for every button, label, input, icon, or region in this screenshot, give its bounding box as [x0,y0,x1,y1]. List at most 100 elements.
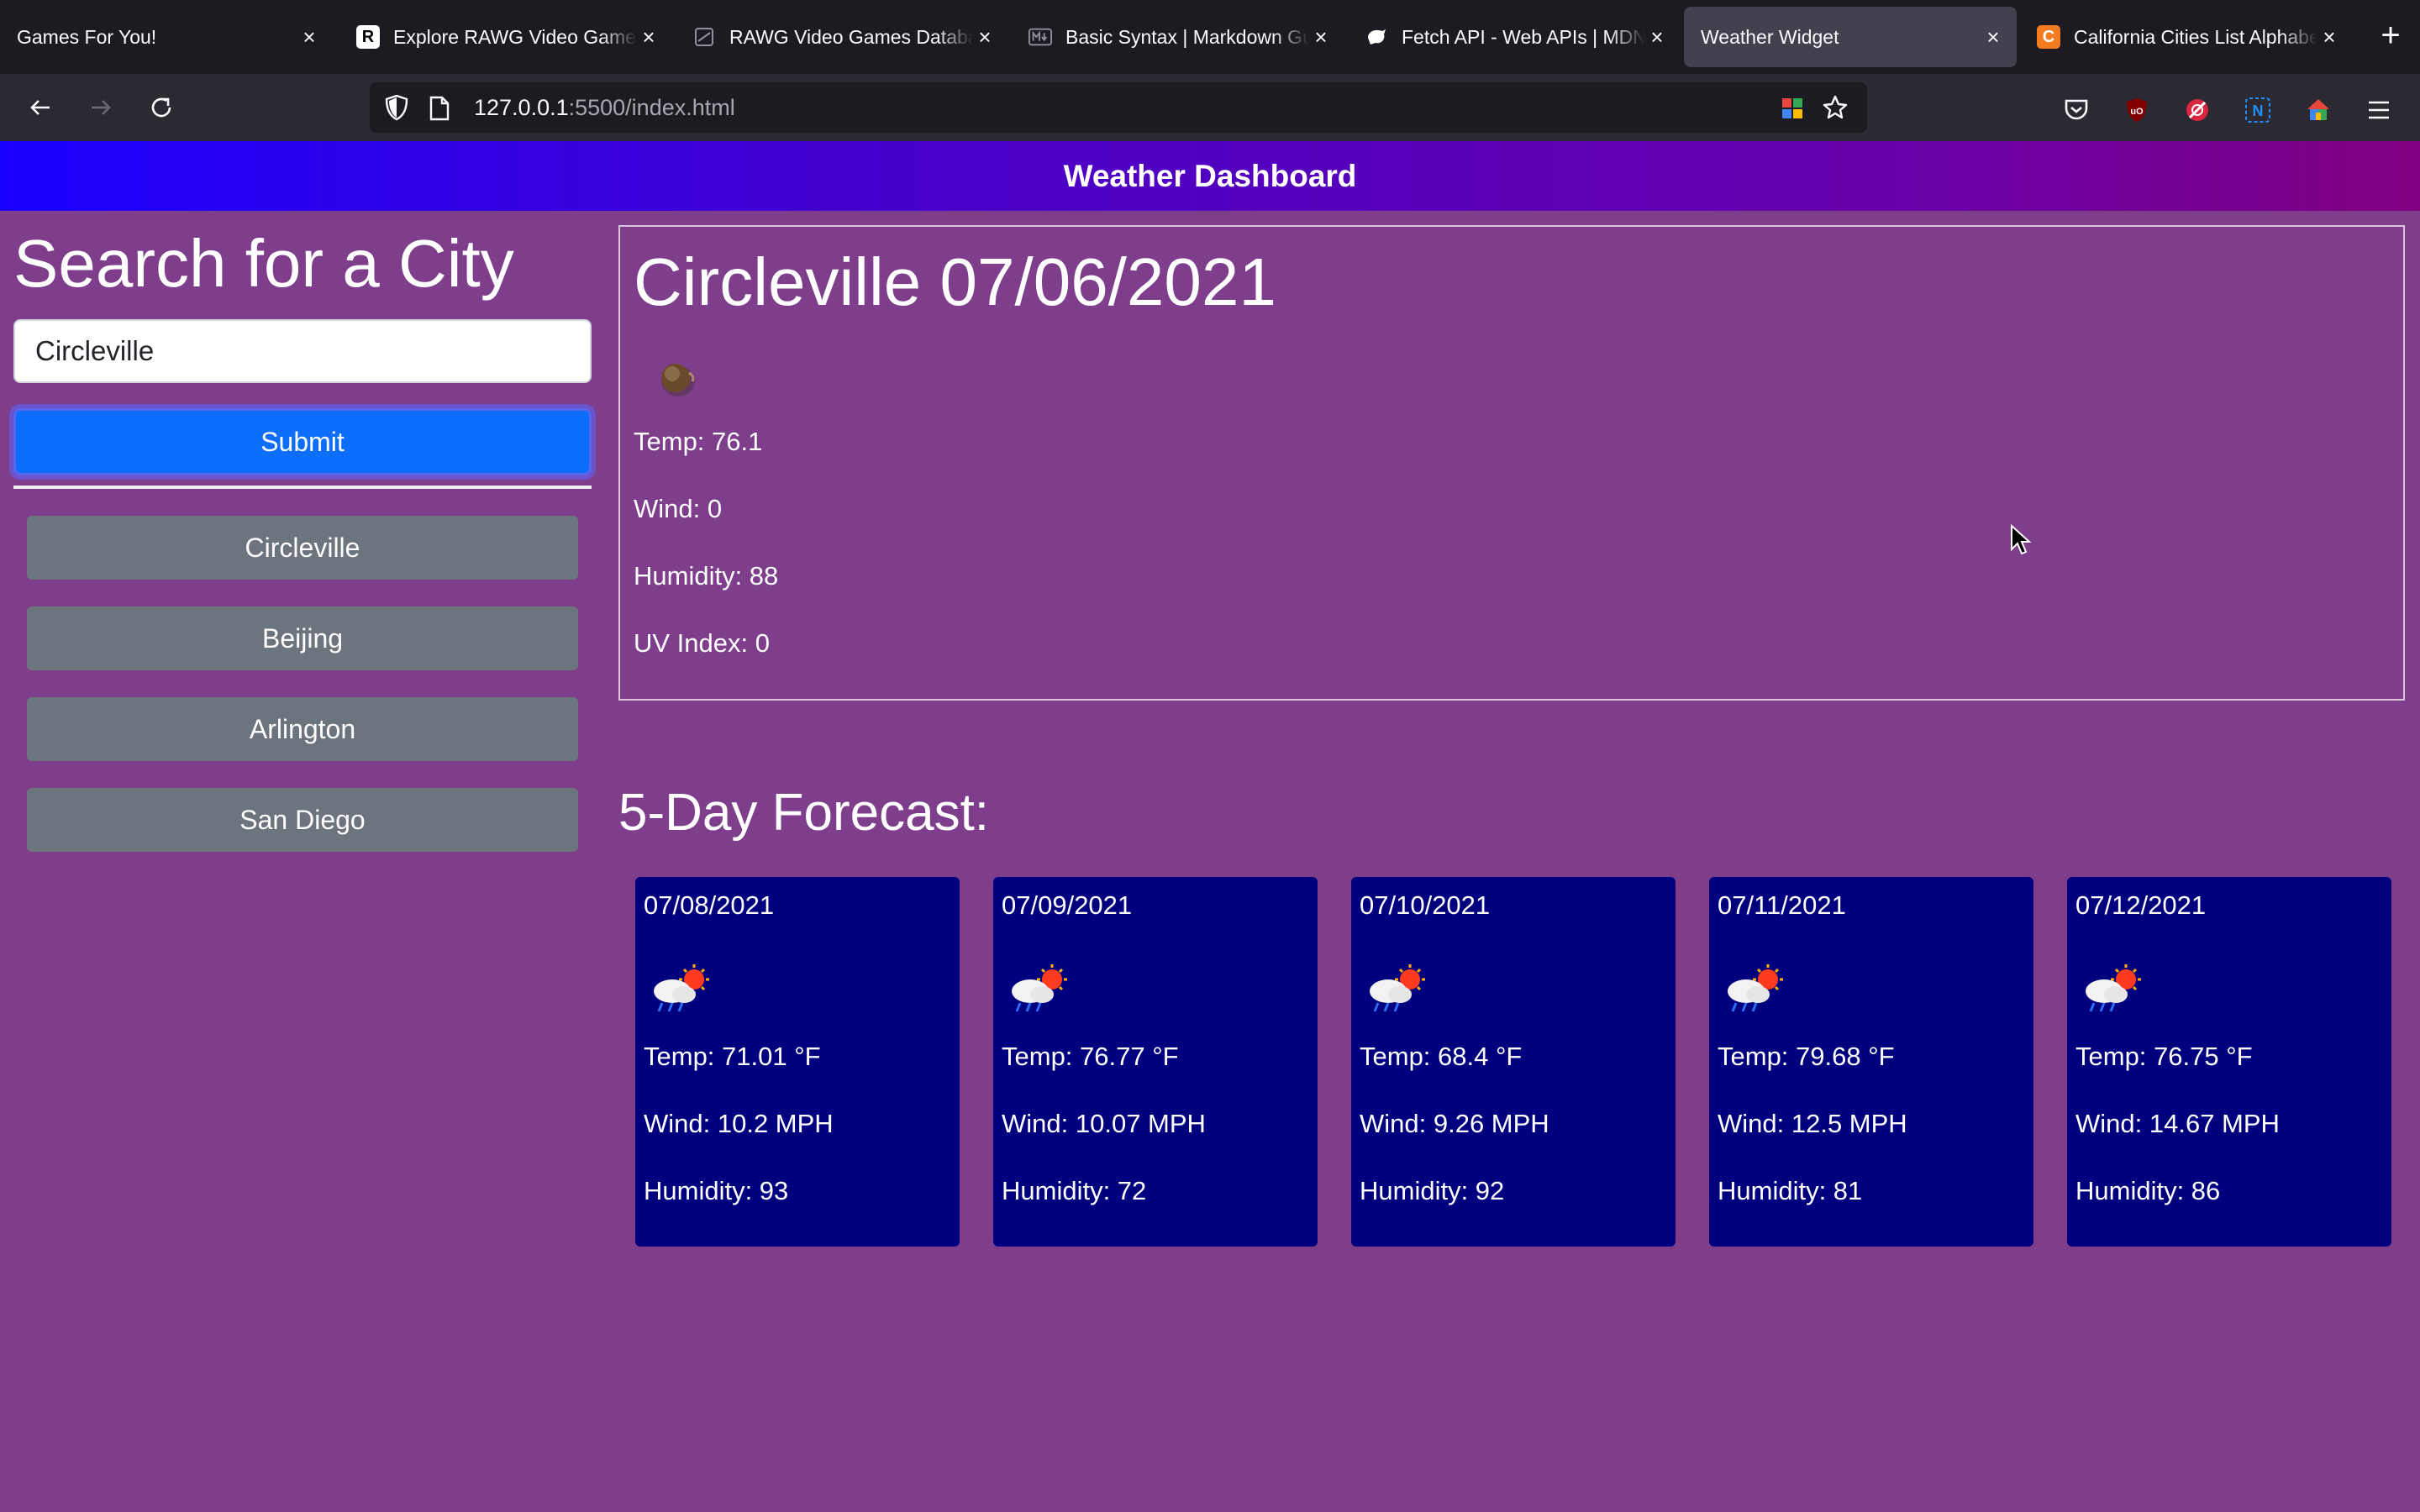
back-arrow-icon [30,100,50,115]
mdn-icon [1365,25,1388,49]
rain-sun-cloud-icon [2079,961,2146,1019]
ublock-origin-icon[interactable]: uO [2123,96,2151,124]
tab-title: RAWG Video Games Database [729,25,973,48]
browser-tab-rawg-database[interactable]: RAWG Video Games Database × [676,7,1008,67]
forecast-wind: Wind: 14.67 MPH [2075,1109,2280,1138]
rawg-logo-icon: R [356,25,380,49]
history-city-button[interactable]: Arlington [27,697,578,761]
browser-nav-bar: 127.0.0.1:5500/index.html uO N [0,74,2420,141]
forecast-humidity: Humidity: 92 [1360,1176,1505,1205]
history-city-button[interactable]: Beijing [27,606,578,670]
markdown-icon [1028,25,1052,49]
current-weather-panel: Circleville 07/06/2021 Temp: 76.1 Wind: … [618,225,2405,701]
close-tab-icon[interactable]: × [1981,24,2005,50]
n-extension-icon[interactable]: N [2244,96,2272,124]
forecast-wind: Wind: 12.5 MPH [1718,1109,1907,1138]
svg-text:uO: uO [2130,107,2144,117]
forecast-wind: Wind: 10.07 MPH [1002,1109,1206,1138]
close-tab-icon[interactable]: × [637,24,660,50]
rain-sun-cloud-icon [1721,961,1788,1019]
forecast-wind: Wind: 9.26 MPH [1360,1109,1549,1138]
forecast-temp: Temp: 76.77 °F [1002,1042,1179,1071]
pocket-icon[interactable] [2062,96,2091,124]
forward-arrow-icon [92,100,111,115]
history-city-button[interactable]: San Diego [27,788,578,852]
page-info-icon[interactable] [429,96,450,125]
city-search-input[interactable] [13,319,592,383]
browser-tab-mdn-fetch[interactable]: Fetch API - Web APIs | MDN × [1348,7,1681,67]
reload-button[interactable] [139,86,183,129]
forecast-humidity: Humidity: 86 [2075,1176,2221,1205]
url-text[interactable]: 127.0.0.1:5500/index.html [474,95,735,121]
browser-tab-games-for-you[interactable]: Games For You! × [0,7,333,67]
url-host: 127.0.0.1 [474,95,569,120]
tracking-protection-shield-icon[interactable] [385,94,408,125]
forecast-temp: Temp: 76.75 °F [2075,1042,2253,1071]
forecast-date: 07/11/2021 [1718,890,1846,920]
current-uv-index: UV Index: 0 [634,628,770,658]
page-title: Weather Dashboard [1063,158,1357,193]
tab-title: Games For You! [17,25,157,48]
search-divider [13,486,592,489]
forecast-card: 07/11/2021 Temp: 79.68 °F Wind: 12.5 MPH… [1709,877,2033,1247]
extension-colorful-icon[interactable] [1780,96,1805,125]
browser-tab-weather-widget[interactable]: Weather Widget × [1684,7,2017,67]
clear-night-moon-icon [654,354,704,406]
forecast-date: 07/09/2021 [1002,890,1133,920]
forecast-humidity: Humidity: 72 [1002,1176,1147,1205]
tab-title: California Cities List Alphabetical [2074,25,2317,48]
forecast-card: 07/09/2021 Temp: 76.77 °F Wind: 10.07 MP… [993,877,1318,1247]
colorful-house-extension-icon[interactable] [2304,96,2333,124]
current-city-date: Circleville 07/06/2021 [634,244,1276,319]
forecast-humidity: Humidity: 81 [1718,1176,1863,1205]
close-tab-icon[interactable]: × [297,24,321,50]
browser-tab-bar: Games For You! × R Explore RAWG Video Ga… [0,0,2420,74]
blocker-extension-icon[interactable] [2183,96,2212,124]
url-bar[interactable]: 127.0.0.1:5500/index.html [370,82,1867,133]
close-tab-icon[interactable]: × [973,24,997,50]
current-temp: Temp: 76.1 [634,427,763,456]
tab-title: Weather Widget [1701,25,1839,48]
svg-text:N: N [2253,102,2264,119]
url-path: :5500/index.html [568,95,735,120]
forecast-temp: Temp: 71.01 °F [644,1042,821,1071]
reload-icon [151,97,171,118]
submit-button[interactable]: Submit [13,408,592,475]
current-wind: Wind: 0 [634,494,723,523]
search-heading: Search for a City [13,226,514,301]
forecast-temp: Temp: 68.4 °F [1360,1042,1523,1071]
rawg-api-icon [692,25,716,49]
forecast-date: 07/12/2021 [2075,890,2207,920]
forecast-card: 07/08/2021 Temp: 71.01 °F Wind: 10.2 MPH… [635,877,960,1247]
browser-tab-markdown-guide[interactable]: Basic Syntax | Markdown Guide × [1012,7,1344,67]
rain-sun-cloud-icon [647,961,714,1019]
new-tab-button[interactable]: + [2370,15,2412,57]
tab-title: Basic Syntax | Markdown Guide [1065,25,1309,48]
forecast-date: 07/10/2021 [1360,890,1491,920]
rain-sun-cloud-icon [1363,961,1430,1019]
forecast-card: 07/12/2021 Temp: 76.75 °F Wind: 14.67 MP… [2067,877,2391,1247]
browser-tab-rawg-explore[interactable]: R Explore RAWG Video Games × [339,7,672,67]
current-humidity: Humidity: 88 [634,561,779,591]
forecast-humidity: Humidity: 93 [644,1176,789,1205]
forward-button[interactable] [79,86,123,129]
hamburger-menu-icon[interactable] [2365,96,2393,124]
tab-title: Fetch API - Web APIs | MDN [1402,25,1645,48]
close-tab-icon[interactable]: × [1645,24,1669,50]
mouse-cursor-icon [2010,523,2032,560]
forecast-heading: 5-Day Forecast: [618,784,990,842]
close-tab-icon[interactable]: × [2317,24,2341,50]
rain-sun-cloud-icon [1005,961,1072,1019]
close-tab-icon[interactable]: × [1309,24,1333,50]
browser-tab-california-cities[interactable]: C California Cities List Alphabetical × [2020,7,2353,67]
page-header: Weather Dashboard [0,141,2420,211]
back-button[interactable] [18,86,62,129]
orange-c-icon: C [2037,25,2060,49]
forecast-wind: Wind: 10.2 MPH [644,1109,834,1138]
bookmark-star-icon[interactable] [1822,94,1849,125]
forecast-date: 07/08/2021 [644,890,775,920]
tab-title: Explore RAWG Video Games [393,25,637,48]
history-city-button[interactable]: Circleville [27,516,578,580]
forecast-temp: Temp: 79.68 °F [1718,1042,1895,1071]
forecast-card: 07/10/2021 Temp: 68.4 °F Wind: 9.26 MPH … [1351,877,1676,1247]
